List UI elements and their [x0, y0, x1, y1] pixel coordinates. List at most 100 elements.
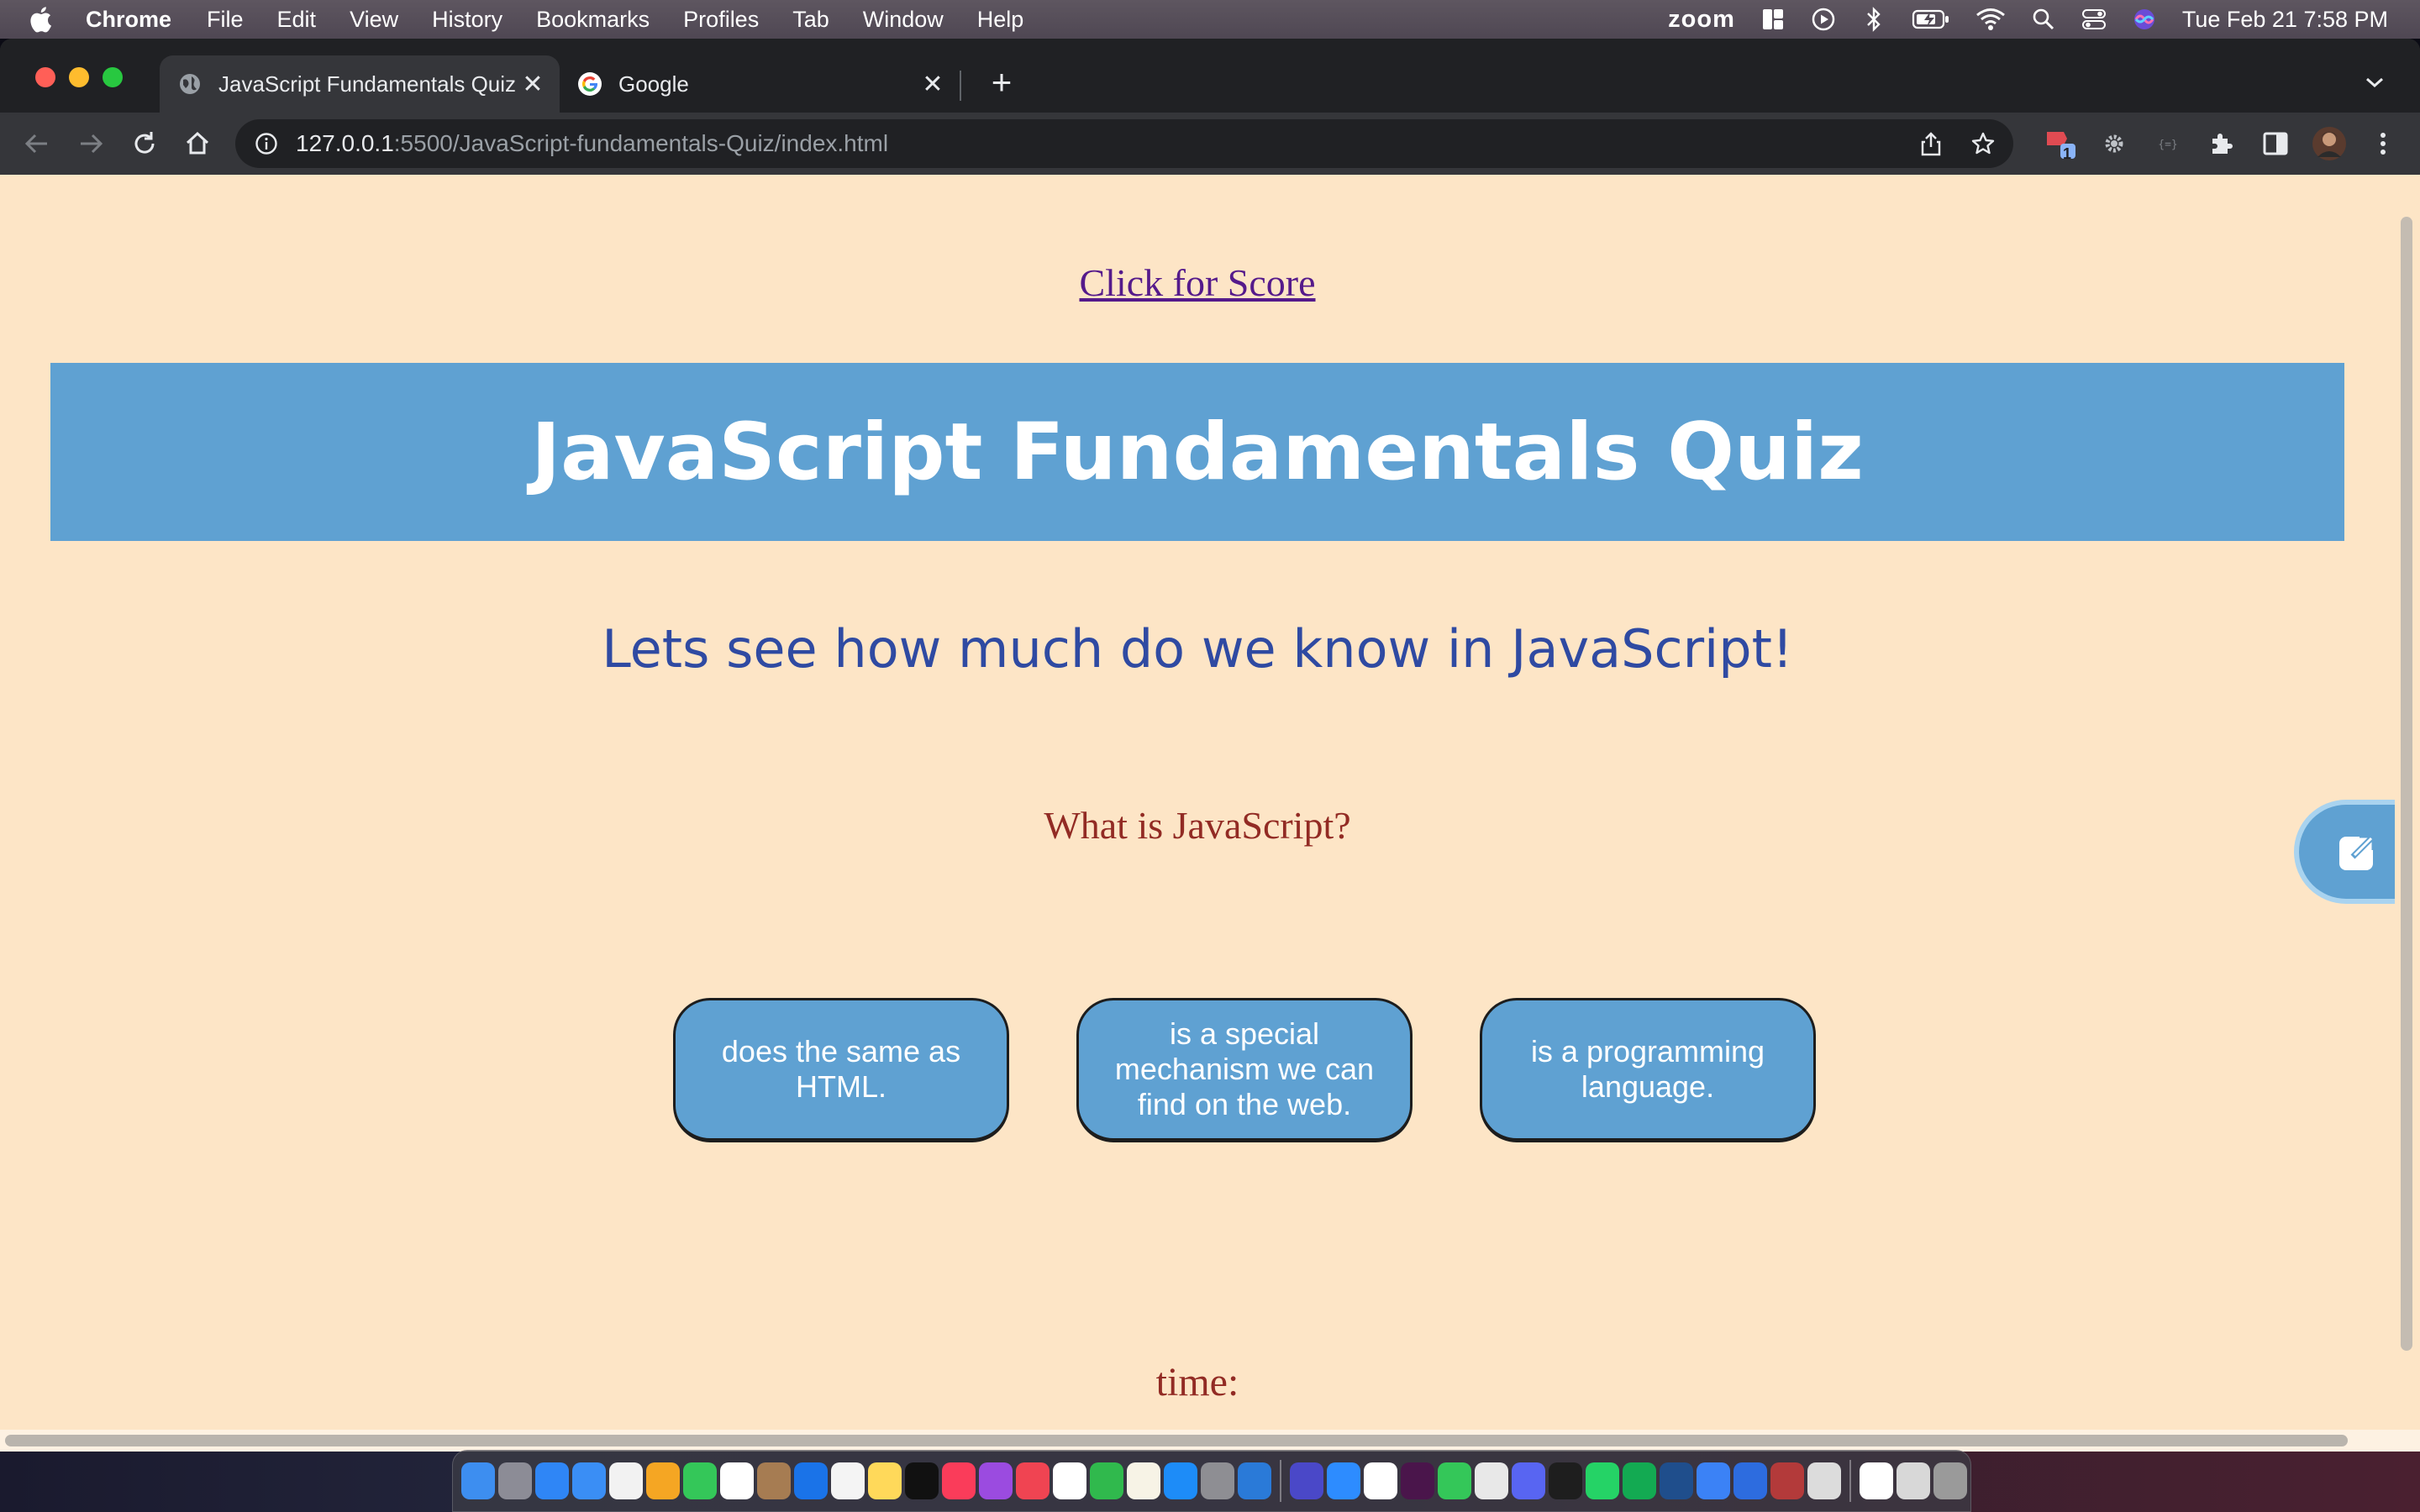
extension-badge-icon[interactable]: 1: [2040, 123, 2081, 164]
side-panel-icon[interactable]: [2255, 123, 2296, 164]
app-c-icon[interactable]: [794, 1462, 828, 1499]
chrome-app-icon[interactable]: [1364, 1462, 1397, 1499]
browser-toolbar: 127.0.0.1:5500/JavaScript-fundamentals-Q…: [0, 113, 2420, 175]
finder-icon[interactable]: [461, 1462, 495, 1499]
tab-google[interactable]: Google ✕: [560, 55, 960, 113]
dictionary-icon[interactable]: [1770, 1462, 1804, 1499]
facetime-icon[interactable]: [683, 1462, 717, 1499]
preview-icon[interactable]: [1475, 1462, 1508, 1499]
click-for-score-link[interactable]: Click for Score: [0, 260, 2395, 305]
maps-icon[interactable]: [609, 1462, 643, 1499]
downloads-stack-icon[interactable]: [1897, 1462, 1930, 1499]
mail-icon[interactable]: [572, 1462, 606, 1499]
profile-avatar[interactable]: [2309, 123, 2349, 164]
spotlight-search-icon[interactable]: [2031, 7, 2056, 32]
page-viewport: Click for Score JavaScript Fundamentals …: [0, 175, 2420, 1452]
vscode-icon[interactable]: [1238, 1462, 1271, 1499]
window-layout-icon[interactable]: [1760, 7, 1786, 32]
menu-view[interactable]: View: [350, 7, 398, 33]
forward-arrow-icon[interactable]: [71, 123, 111, 164]
battery-charging-icon[interactable]: [1912, 7, 1950, 32]
window-minimize-button[interactable]: [69, 67, 89, 87]
whatsapp-icon[interactable]: [1586, 1462, 1619, 1499]
vertical-scrollbar[interactable]: [2395, 175, 2420, 1443]
app-orb-icon[interactable]: [1290, 1462, 1323, 1499]
tab-separator: [960, 71, 961, 101]
site-info-icon[interactable]: [254, 131, 279, 156]
horizontal-scrollbar[interactable]: [0, 1430, 2420, 1452]
new-tab-plus-icon[interactable]: +: [981, 62, 1022, 102]
json-extension-icon[interactable]: {=}: [2148, 123, 2188, 164]
slack-icon[interactable]: [1401, 1462, 1434, 1499]
intro-heading: Lets see how much do we know in JavaScri…: [602, 618, 1793, 680]
apple-tv-icon[interactable]: [905, 1462, 939, 1499]
chrome-apps-folder-icon[interactable]: [1860, 1462, 1893, 1499]
url-text[interactable]: 127.0.0.1:5500/JavaScript-fundamentals-Q…: [296, 130, 888, 157]
menu-tab[interactable]: Tab: [792, 7, 829, 33]
play-circle-icon[interactable]: [1811, 7, 1836, 32]
bookmark-star-icon[interactable]: [1966, 127, 2000, 160]
safari-icon[interactable]: [535, 1462, 569, 1499]
answer-button-3[interactable]: is a programming language.: [1480, 998, 1816, 1142]
kebab-menu-icon[interactable]: [2363, 123, 2403, 164]
menu-window[interactable]: Window: [863, 7, 944, 33]
discord-icon[interactable]: [1512, 1462, 1545, 1499]
reload-icon[interactable]: [124, 123, 165, 164]
menu-file[interactable]: File: [207, 7, 244, 33]
menu-help[interactable]: Help: [977, 7, 1024, 33]
notes-icon[interactable]: [868, 1462, 902, 1499]
menu-profiles[interactable]: Profiles: [683, 7, 759, 33]
vertical-scroll-thumb[interactable]: [2401, 217, 2412, 1351]
reminders-icon[interactable]: [831, 1462, 865, 1499]
calendar-icon[interactable]: [720, 1462, 754, 1499]
system-settings-icon[interactable]: [1201, 1462, 1234, 1499]
menu-app-chrome[interactable]: Chrome: [86, 7, 171, 33]
tab-javascript-fundamentals-quiz[interactable]: JavaScript Fundamentals Quiz ✕: [160, 55, 560, 113]
pages-icon[interactable]: [1127, 1462, 1160, 1499]
terminal-icon[interactable]: [1549, 1462, 1582, 1499]
keynote-icon[interactable]: [1053, 1462, 1086, 1499]
zoom-app-icon[interactable]: [1327, 1462, 1360, 1499]
contacts-icon[interactable]: [757, 1462, 791, 1499]
window-close-button[interactable]: [35, 67, 55, 87]
zoom-status-item[interactable]: zoom: [1668, 6, 1735, 34]
xcode-icon[interactable]: [1697, 1462, 1730, 1499]
sourcetree-icon[interactable]: [1660, 1462, 1693, 1499]
menu-bar-clock[interactable]: Tue Feb 21 7:58 PM: [2182, 7, 2388, 33]
photos-icon[interactable]: [646, 1462, 680, 1499]
app-store-icon[interactable]: [1164, 1462, 1197, 1499]
extensions-puzzle-icon[interactable]: [2202, 123, 2242, 164]
siri-icon[interactable]: [2132, 7, 2157, 32]
close-icon[interactable]: ✕: [516, 67, 550, 101]
news-icon[interactable]: [1016, 1462, 1050, 1499]
gear-extension-icon[interactable]: [2094, 123, 2134, 164]
control-center-icon[interactable]: [2081, 7, 2107, 32]
app-window-icon[interactable]: [1733, 1462, 1767, 1499]
podcasts-icon[interactable]: [979, 1462, 1013, 1499]
bluetooth-icon[interactable]: [1861, 7, 1886, 32]
address-bar[interactable]: 127.0.0.1:5500/JavaScript-fundamentals-Q…: [235, 119, 2013, 168]
numbers-icon[interactable]: [1090, 1462, 1123, 1499]
answer-button-2[interactable]: is a special mechanism we can find on th…: [1076, 998, 1413, 1142]
menu-bookmarks[interactable]: Bookmarks: [536, 7, 650, 33]
launchpad-icon[interactable]: [498, 1462, 532, 1499]
back-arrow-icon[interactable]: [17, 123, 57, 164]
dock-separator: [1849, 1460, 1851, 1502]
trash-icon[interactable]: [1933, 1462, 1967, 1499]
apple-icon[interactable]: [29, 6, 62, 33]
screen-sharing-icon[interactable]: [1807, 1462, 1841, 1499]
horizontal-scroll-thumb[interactable]: [5, 1435, 2348, 1446]
share-icon[interactable]: [1914, 127, 1948, 160]
wifi-icon[interactable]: [1975, 7, 2006, 32]
window-fullscreen-button[interactable]: [103, 67, 123, 87]
messages-icon[interactable]: [1438, 1462, 1471, 1499]
answer-button-1[interactable]: does the same as HTML.: [673, 998, 1009, 1142]
tab-search-chevron-down-icon[interactable]: [2358, 66, 2391, 99]
mongodb-icon[interactable]: [1623, 1462, 1656, 1499]
launch-arrow-icon: [2334, 825, 2385, 879]
menu-history[interactable]: History: [432, 7, 502, 33]
close-icon[interactable]: ✕: [916, 67, 950, 101]
music-icon[interactable]: [942, 1462, 976, 1499]
menu-edit[interactable]: Edit: [277, 7, 317, 33]
home-icon[interactable]: [177, 123, 218, 164]
